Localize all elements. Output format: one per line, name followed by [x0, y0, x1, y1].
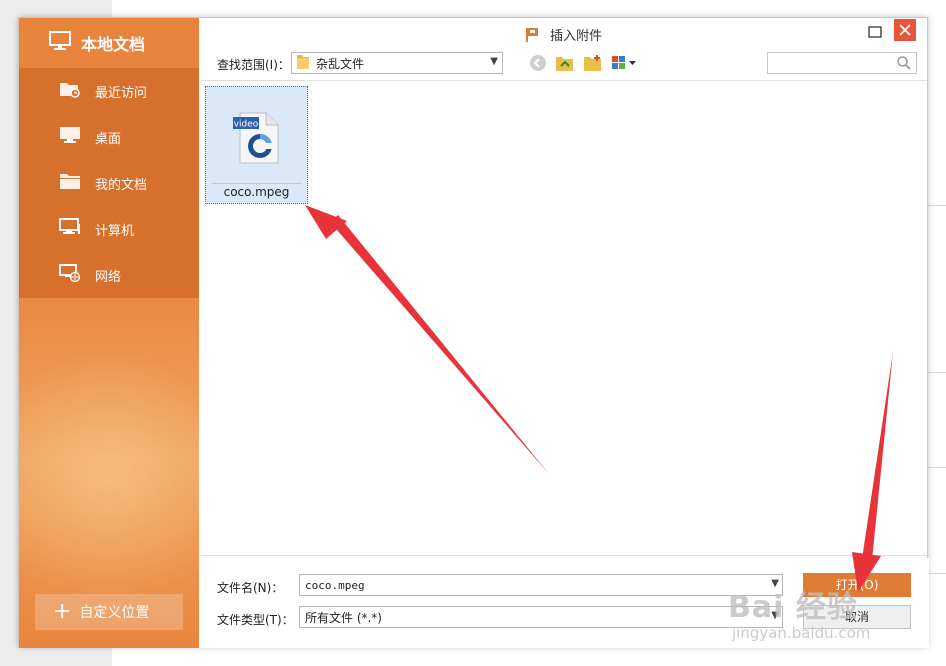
- look-in-dropdown[interactable]: 杂乱文件 ▼: [291, 52, 503, 74]
- file-item[interactable]: video coco.mpeg: [205, 86, 308, 204]
- sidebar-item-label: 桌面: [95, 131, 122, 147]
- sidebar-item-label: 计算机: [95, 223, 135, 239]
- network-icon: [59, 264, 95, 286]
- chevron-down-icon[interactable]: ▼: [771, 578, 779, 589]
- custom-location-label: 自定义位置: [79, 605, 150, 621]
- sidebar-item-desktop[interactable]: 桌面: [19, 114, 199, 160]
- back-icon[interactable]: [529, 54, 549, 72]
- chevron-down-icon: ▼: [490, 56, 498, 67]
- sidebar-item-computer[interactable]: 计算机: [19, 206, 199, 252]
- video-file-icon: video: [230, 109, 286, 170]
- filetype-value: 所有文件 (*.*): [305, 610, 382, 625]
- sidebar-item-recent[interactable]: 最近访问: [19, 68, 199, 114]
- sidebar-decoration: [19, 348, 199, 608]
- cancel-button[interactable]: 取消: [803, 605, 911, 629]
- sidebar-item-documents[interactable]: 我的文档: [19, 160, 199, 206]
- close-button[interactable]: [894, 19, 916, 41]
- sidebar-header: 本地文档: [19, 18, 199, 68]
- filetype-label: 文件类型(T)：: [217, 613, 294, 627]
- sidebar-item-label: 我的文档: [95, 177, 148, 193]
- video-badge-text: video: [234, 120, 259, 130]
- look-in-value: 杂乱文件: [316, 56, 365, 71]
- open-button[interactable]: 打开(O): [803, 573, 911, 597]
- search-icon: [896, 55, 912, 74]
- sidebar-title: 本地文档: [81, 35, 146, 54]
- new-folder-icon[interactable]: [583, 54, 603, 72]
- toolbar: 查找范围(I)： 杂乱文件 ▼: [199, 50, 929, 78]
- computer-icon: [59, 218, 95, 240]
- filename-value: coco.mpeg: [305, 578, 365, 592]
- monitor-icon: [49, 31, 81, 55]
- custom-location-button[interactable]: + 自定义位置: [35, 594, 183, 630]
- title-bar: 插入附件: [199, 18, 929, 48]
- dialog-title-text: 插入附件: [550, 29, 603, 44]
- sidebar-item-label: 最近访问: [95, 85, 148, 101]
- filename-input[interactable]: coco.mpeg ▼: [299, 574, 783, 596]
- search-input[interactable]: [767, 52, 917, 74]
- sidebar: 本地文档 最近访问 桌面 我的文档 计算机 网络 + 自定义位置: [19, 18, 199, 648]
- file-divider: [212, 183, 301, 184]
- file-name: coco.mpeg: [223, 185, 290, 199]
- look-in-label: 查找范围(I)：: [217, 58, 290, 72]
- wps-presentation-icon: [525, 28, 538, 46]
- up-folder-icon[interactable]: [555, 54, 575, 72]
- sidebar-item-label: 网络: [95, 269, 122, 285]
- insert-attachment-dialog: 本地文档 最近访问 桌面 我的文档 计算机 网络 + 自定义位置 插入附件 查找…: [18, 17, 929, 648]
- bottom-panel: 文件名(N)： coco.mpeg ▼ 文件类型(T)： 所有文件 (*.*) …: [199, 558, 929, 648]
- file-list-area[interactable]: video coco.mpeg: [201, 80, 927, 556]
- documents-folder-icon: [59, 172, 95, 194]
- dialog-title: 插入附件: [199, 25, 929, 46]
- desktop-icon: [59, 126, 95, 148]
- chevron-down-icon: ▼: [771, 610, 779, 621]
- plus-icon: +: [53, 599, 72, 624]
- filename-label: 文件名(N)：: [217, 581, 284, 595]
- view-menu-icon[interactable]: [611, 54, 639, 72]
- maximize-button[interactable]: [864, 21, 886, 43]
- sidebar-item-network[interactable]: 网络: [19, 252, 199, 298]
- sidebar-list: 最近访问 桌面 我的文档 计算机 网络: [19, 68, 199, 298]
- maximize-icon: [868, 26, 882, 38]
- close-icon: [899, 24, 911, 36]
- recent-folder-icon: [59, 80, 95, 102]
- filetype-dropdown[interactable]: 所有文件 (*.*) ▼: [299, 606, 783, 628]
- folder-icon: [296, 54, 310, 73]
